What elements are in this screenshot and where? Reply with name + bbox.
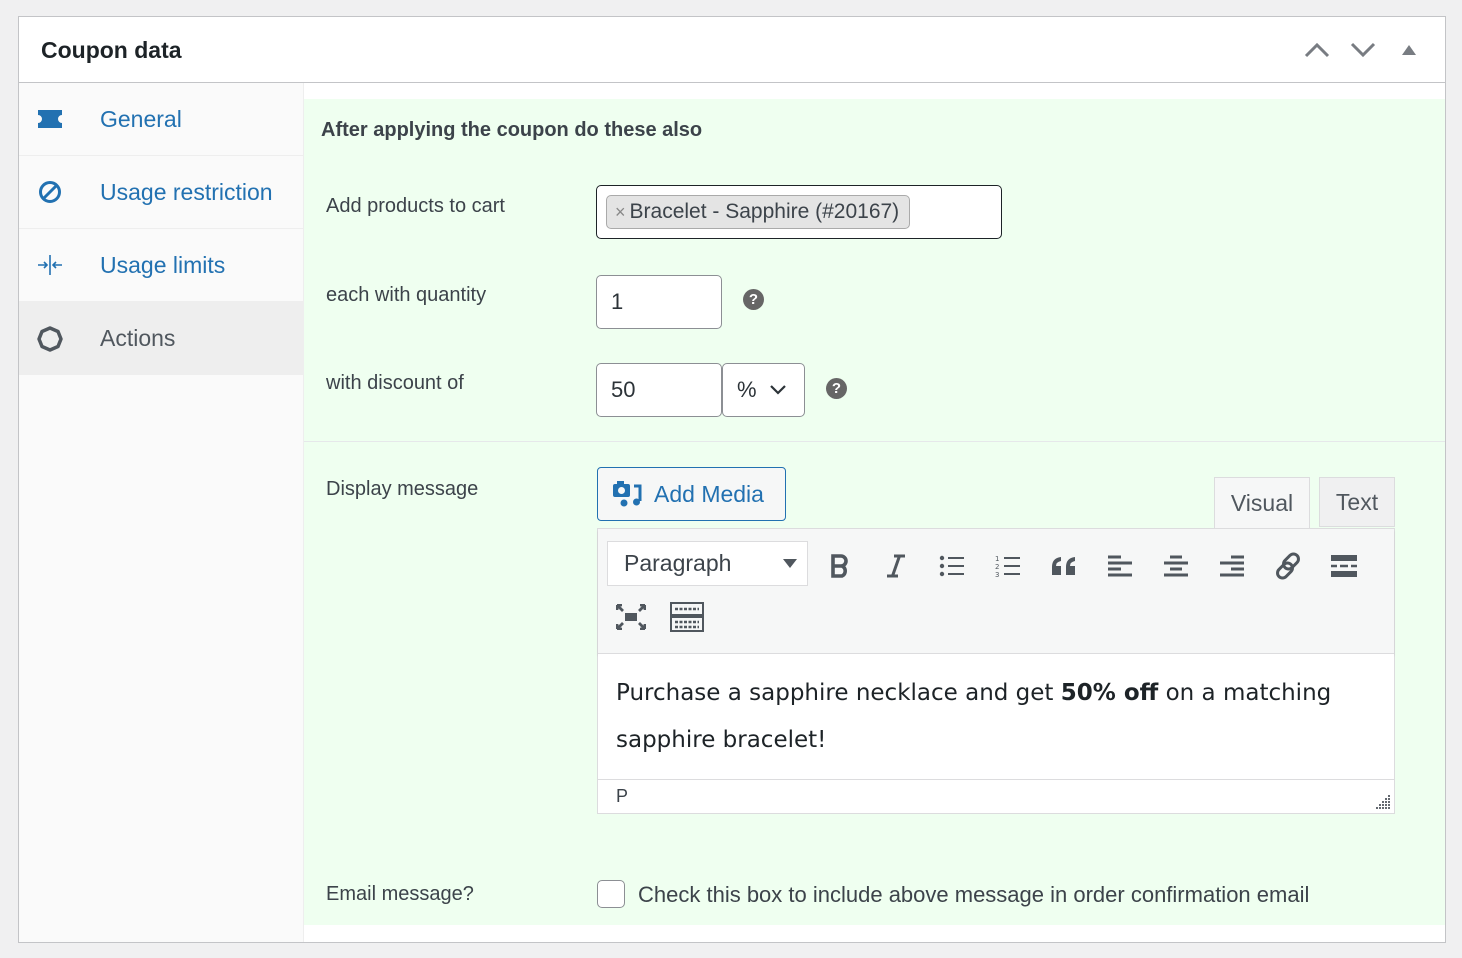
- section-divider: [304, 441, 1445, 442]
- italic-button[interactable]: [876, 546, 916, 586]
- editor-toolbar: Paragraph 123: [598, 529, 1394, 654]
- postbox-title: Coupon data: [41, 37, 182, 63]
- align-center-button[interactable]: [1156, 546, 1196, 586]
- email-message-checkbox-label[interactable]: Check this box to include above message …: [638, 882, 1309, 908]
- fullscreen-icon: [616, 604, 646, 630]
- tab-usage-limits[interactable]: Usage limits: [19, 229, 303, 302]
- tab-label: General: [100, 105, 182, 132]
- message-text-bold: 50% off: [1060, 680, 1159, 706]
- discount-label: with discount of: [326, 372, 464, 394]
- bullet-list-icon: [939, 555, 964, 577]
- ticket-icon: [37, 106, 63, 132]
- blockquote-icon: [1052, 557, 1075, 575]
- resize-handle-icon[interactable]: [1375, 794, 1391, 810]
- toolbar-toggle-icon: [670, 602, 704, 632]
- align-right-icon: [1220, 555, 1244, 577]
- discount-type-value: %: [737, 377, 757, 402]
- editor-content[interactable]: Purchase a sapphire necklace and get 50%…: [598, 654, 1394, 779]
- link-button[interactable]: [1268, 546, 1308, 586]
- italic-icon: [887, 554, 905, 578]
- handle-actions: [1299, 35, 1427, 65]
- add-media-button[interactable]: Add Media: [597, 467, 786, 521]
- quantity-help-icon[interactable]: ?: [743, 289, 764, 310]
- coupon-tabs: General Usage restriction Usage limits A…: [19, 83, 304, 942]
- move-down-button[interactable]: [1345, 35, 1381, 65]
- quantity-input[interactable]: 1: [596, 275, 722, 329]
- postbox-header: Coupon data: [19, 17, 1445, 83]
- tab-text[interactable]: Text: [1319, 477, 1395, 527]
- bold-button[interactable]: [820, 546, 860, 586]
- discount-input[interactable]: 50: [596, 363, 722, 417]
- chevron-down-icon: [1350, 42, 1376, 58]
- bold-icon: [831, 554, 848, 578]
- read-more-button[interactable]: [1324, 546, 1364, 586]
- toolbar-toggle-button[interactable]: [667, 597, 707, 637]
- blockquote-button[interactable]: [1044, 546, 1084, 586]
- panel-heading: After applying the coupon do these also: [321, 119, 703, 141]
- tab-general[interactable]: General: [19, 83, 303, 156]
- coupon-data-postbox: Coupon data General Usage restriction Us…: [18, 16, 1446, 943]
- tab-label: Usage limits: [100, 251, 226, 278]
- numbered-list-button[interactable]: 123: [988, 546, 1028, 586]
- selected-product-chip: × Bracelet - Sapphire (#20167): [606, 195, 911, 229]
- actions-panel: After applying the coupon do these also …: [304, 99, 1445, 925]
- element-path[interactable]: P: [616, 786, 628, 807]
- toggle-panel-button[interactable]: [1391, 35, 1427, 65]
- chevron-up-icon: [1304, 42, 1330, 58]
- align-right-button[interactable]: [1212, 546, 1252, 586]
- email-message-label: Email message?: [326, 883, 474, 905]
- display-message-label: Display message: [326, 478, 479, 500]
- align-left-button[interactable]: [1100, 546, 1140, 586]
- message-editor: Paragraph 123 Purchase a sapphire neckla…: [597, 528, 1395, 814]
- discount-help-icon[interactable]: ?: [826, 378, 847, 399]
- message-text-before: Purchase a sapphire necklace and get: [616, 680, 1061, 706]
- chevron-down-icon: [769, 385, 786, 395]
- block-icon: [37, 179, 63, 205]
- remove-product-icon[interactable]: ×: [615, 202, 626, 223]
- tab-label: Usage restriction: [100, 178, 273, 205]
- format-select-value: Paragraph: [624, 550, 732, 576]
- tab-label: Actions: [100, 325, 176, 351]
- selected-product-label: Bracelet - Sapphire (#20167): [629, 200, 900, 223]
- gear-icon: [37, 325, 63, 352]
- add-products-label: Add products to cart: [326, 195, 505, 217]
- quantity-label: each with quantity: [326, 284, 487, 306]
- discount-type-select[interactable]: %: [722, 363, 805, 417]
- panel-wrap: General Usage restriction Usage limits A…: [19, 83, 1445, 942]
- svg-text:1: 1: [995, 555, 999, 563]
- svg-text:2: 2: [995, 563, 999, 571]
- triangle-up-icon: [1402, 45, 1416, 55]
- move-up-button[interactable]: [1299, 35, 1335, 65]
- caret-down-icon: [783, 559, 797, 568]
- email-message-checkbox[interactable]: [597, 880, 625, 908]
- limits-icon: [37, 252, 63, 278]
- media-icon: [613, 481, 642, 507]
- add-products-select[interactable]: × Bracelet - Sapphire (#20167): [596, 185, 1002, 239]
- read-more-icon: [1331, 555, 1357, 577]
- tab-usage-restriction[interactable]: Usage restriction: [19, 156, 303, 229]
- bullet-list-button[interactable]: [932, 546, 972, 586]
- tab-visual[interactable]: Visual: [1214, 477, 1310, 529]
- link-icon: [1276, 552, 1300, 580]
- format-select[interactable]: Paragraph: [607, 541, 808, 586]
- numbered-list-icon: 123: [995, 555, 1020, 578]
- fullscreen-button[interactable]: [611, 597, 651, 637]
- align-center-icon: [1164, 555, 1188, 577]
- svg-text:3: 3: [995, 571, 999, 578]
- editor-statusbar: P: [598, 779, 1394, 813]
- tab-actions[interactable]: Actions: [19, 302, 303, 375]
- add-media-label: Add Media: [654, 480, 764, 507]
- align-left-icon: [1108, 555, 1132, 577]
